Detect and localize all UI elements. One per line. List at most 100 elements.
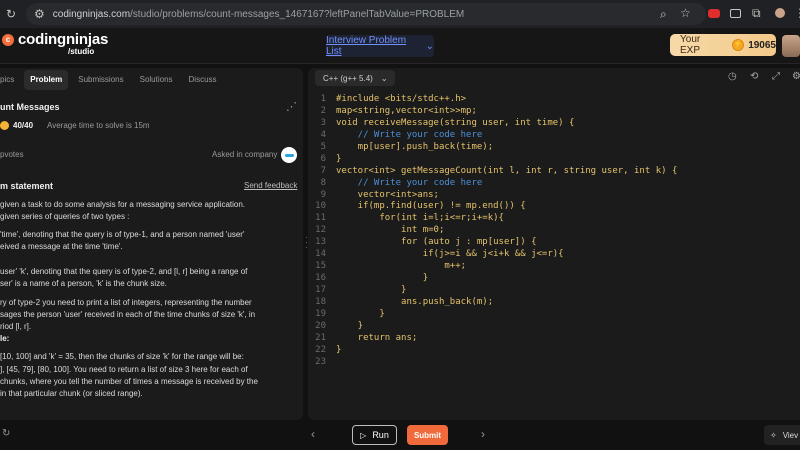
code-line: 4 // Write your code here	[308, 130, 800, 142]
statement-line: in that particular chunk (or sliced rang…	[0, 389, 143, 398]
code-line: 6}	[308, 154, 800, 166]
menu-kebab-icon[interactable]: ⋮	[794, 6, 800, 20]
exp-label: Your EXP	[680, 34, 701, 56]
statement-line: given a task to do some analysis for a m…	[0, 200, 246, 209]
code-text: }	[336, 153, 342, 164]
problem-list-label: Interview Problem List	[326, 35, 407, 57]
line-number: 22	[315, 344, 326, 355]
line-number: 19	[315, 308, 326, 319]
company-logo-icon[interactable]	[281, 147, 297, 163]
code-line: 23	[308, 357, 800, 369]
code-line: 10 if(mp.find(user) != mp.end()) {	[308, 201, 800, 213]
timer-icon[interactable]: ◷	[728, 71, 737, 82]
reset-icon[interactable]: ⟲	[750, 71, 758, 82]
code-line: 13 for (auto j : mp[user]) {	[308, 237, 800, 249]
code-line: 21 return ans;	[308, 333, 800, 345]
tab-submissions[interactable]: Submissions	[72, 70, 129, 90]
extension-icon[interactable]	[730, 9, 741, 18]
play-icon: ▷	[360, 430, 367, 440]
chevron-down-icon: ⌄	[425, 40, 434, 52]
fullscreen-icon[interactable]: ⤢	[772, 71, 780, 82]
tab-problem[interactable]: Problem	[24, 70, 69, 90]
puzzle-extensions-icon[interactable]: ⧉	[752, 6, 761, 21]
interview-problem-list-dropdown[interactable]: Interview Problem List ⌄	[326, 35, 434, 57]
code-text: int m=0;	[336, 225, 445, 236]
code-area[interactable]: 1 #include <bits/stdc++.h> 2 map<string,vec…	[308, 94, 800, 369]
address-bar[interactable]: ⚙ codingninjas.com/studio/problems/count…	[26, 3, 706, 25]
language-select[interactable]: C++ (g++ 5.4) ⌄	[315, 70, 395, 86]
settings-gear-icon[interactable]: ⚙	[792, 71, 800, 82]
code-text: vector<int>ans;	[336, 189, 439, 200]
statement-line: user' 'k', denoting that the query is of…	[0, 267, 248, 276]
code-line: 14 if(j>=i && j<i+k && j<=r){	[308, 249, 800, 261]
previous-problem-icon[interactable]: ‹	[311, 427, 315, 441]
submit-button[interactable]: Submit	[407, 425, 448, 445]
code-text: // Write your code here	[336, 177, 483, 188]
line-number: 17	[315, 285, 326, 295]
line-number: 3	[320, 117, 326, 128]
reload-icon[interactable]: ↻	[6, 7, 16, 21]
line-number: 5	[320, 141, 326, 152]
send-feedback-link[interactable]: Send feedback	[244, 181, 297, 190]
line-number: 14	[315, 249, 326, 260]
statement-line: 'time', denoting that the query is of ty…	[0, 230, 245, 239]
code-line: 8 // Write your code here	[308, 178, 800, 190]
statement-line: given series of queries of two types :	[0, 212, 130, 221]
tab-solutions[interactable]: Solutions	[134, 70, 179, 90]
code-line: 17 }	[308, 285, 800, 297]
share-icon[interactable]: ⋰	[286, 100, 297, 113]
code-line: 7 vector<int> getMessageCount(int l, int …	[308, 166, 800, 178]
line-number: 15	[315, 261, 326, 272]
bookmark-star-icon[interactable]: ☆	[680, 6, 691, 20]
line-number: 8	[320, 177, 326, 188]
bottom-action-bar: ↻ ‹ ▷ Run Submit › ✧ Viev	[0, 420, 800, 450]
code-text: if(j>=i && j<i+k && j<=r){	[336, 249, 564, 260]
run-button[interactable]: ▷ Run	[352, 425, 397, 445]
code-line: 18 ans.push_back(m);	[308, 297, 800, 309]
chevron-down-icon: ⌄	[380, 73, 388, 83]
score-value: 40/40	[13, 121, 34, 130]
code-editor-panel: C++ (g++ 5.4) ⌄ ◷ ⟲ ⤢ ⚙ 1 #include <bits/…	[308, 68, 800, 420]
tab-discuss[interactable]: Discuss	[183, 70, 223, 90]
code-text: for (auto j : mp[user]) {	[336, 237, 537, 248]
logo-text[interactable]: codingninjas	[18, 31, 108, 48]
line-number: 18	[315, 296, 326, 307]
upvotes[interactable]: pvotes	[0, 150, 24, 159]
asked-in-company: Asked in company	[212, 150, 278, 159]
line-number: 20	[315, 320, 326, 331]
profile-avatar-icon[interactable]	[775, 8, 785, 18]
code-text: }	[336, 273, 429, 284]
next-problem-icon[interactable]: ›	[481, 427, 485, 441]
code-text: if(mp.find(user) != mp.end()) {	[336, 201, 526, 212]
line-number: 11	[315, 213, 326, 224]
code-line: 15 m++;	[308, 261, 800, 273]
line-number: 4	[320, 129, 326, 140]
site-info-icon[interactable]: ⚙	[34, 7, 45, 21]
code-text: }	[336, 344, 342, 355]
code-line: 16 }	[308, 273, 800, 285]
code-text: map<string,vector<int>>mp;	[336, 105, 477, 116]
view-button[interactable]: ✧ Viev	[764, 425, 800, 445]
line-number: 9	[320, 189, 326, 200]
browser-toolbar: ↻ ⚙ codingninjas.com/studio/problems/cou…	[0, 0, 800, 28]
logo-icon[interactable]: c	[2, 34, 14, 46]
refresh-icon[interactable]: ↻	[2, 428, 10, 439]
line-number: 2	[320, 105, 326, 116]
site-header: c codingninjas /studio Interview Problem…	[0, 28, 800, 64]
line-number: 6	[320, 153, 326, 164]
extension-youtube-icon[interactable]	[708, 9, 720, 18]
problem-title: unt Messages	[0, 102, 60, 112]
statement-line: le:	[0, 334, 10, 343]
lightbulb-icon: ✧	[770, 430, 777, 440]
statement-line: ], [45, 79], [80, 100]. You need to retu…	[0, 365, 248, 374]
code-text: }	[336, 320, 364, 331]
line-number: 10	[315, 201, 326, 212]
code-line: 12 int m=0;	[308, 225, 800, 237]
user-avatar[interactable]	[782, 35, 800, 57]
zoom-icon[interactable]: ⌕	[660, 7, 667, 22]
exp-badge[interactable]: Your EXP ⚡ 19065	[670, 34, 776, 56]
problem-tabs: pics Problem Submissions Solutions Discu…	[0, 68, 303, 92]
tab-topics[interactable]: pics	[0, 70, 20, 90]
code-line: 9 vector<int>ans;	[308, 190, 800, 202]
line-number: 23	[315, 356, 326, 367]
